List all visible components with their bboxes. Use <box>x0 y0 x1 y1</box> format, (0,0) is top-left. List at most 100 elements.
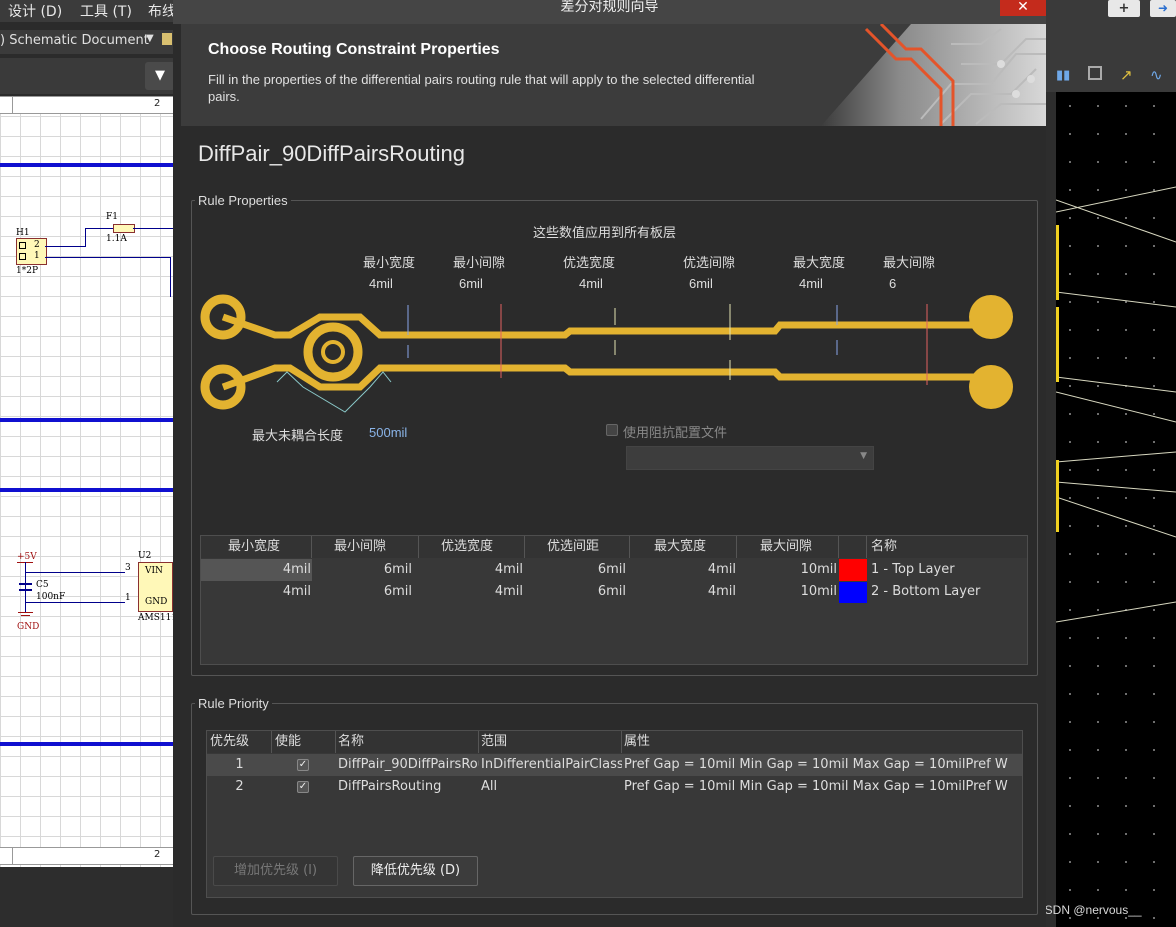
priority-row1-name: DiffPair_90DiffPairsRou <box>338 757 479 772</box>
min-width-label: 最小宽度 <box>363 256 416 271</box>
pcb-canvas[interactable] <box>1056 92 1176 927</box>
col-min-width[interactable]: 最小宽度 <box>201 536 312 558</box>
impedance-profile-select[interactable]: ▼ <box>626 446 874 470</box>
row2-min-gap[interactable]: 6mil <box>312 581 412 603</box>
rule-priority-label: Rule Priority <box>195 696 272 711</box>
u2-pin-number-3: 3 <box>125 563 131 573</box>
priority-row2-enabled-checkbox[interactable]: ✓ <box>297 781 309 793</box>
f1-ref: F1 <box>106 212 118 222</box>
h1-pin-1: 1 <box>34 251 40 261</box>
priority-row2-attributes: Pref Gap = 10mil Min Gap = 10mil Max Gap… <box>624 779 1008 794</box>
schematic-ruler-top: 2 <box>0 96 173 114</box>
rule-priority-table[interactable]: 优先级 使能 名称 范围 属性 1 ✓ DiffPair_90DiffPairs… <box>206 730 1023 898</box>
schematic-border-line <box>0 488 173 492</box>
ruler-label: 2 <box>154 849 161 860</box>
col-max-gap[interactable]: 最大间隙 <box>737 536 839 558</box>
chip-icon[interactable] <box>1088 66 1102 80</box>
col-scope[interactable]: 范围 <box>479 731 622 753</box>
min-gap-value[interactable]: 6mil <box>459 276 483 291</box>
priority-row1-priority: 1 <box>235 757 244 772</box>
row1-pref-gap[interactable]: 6mil <box>525 559 626 581</box>
impedance-profile-checkbox[interactable] <box>606 424 618 436</box>
row1-min-gap[interactable]: 6mil <box>312 559 412 581</box>
col-attributes[interactable]: 属性 <box>622 731 1022 753</box>
row2-max-width[interactable]: 4mil <box>630 581 736 603</box>
max-width-value[interactable]: 4mil <box>799 276 823 291</box>
row1-color-swatch[interactable] <box>839 559 867 581</box>
chart-icon[interactable]: ▮▮ <box>1056 68 1070 83</box>
schematic-canvas[interactable] <box>0 96 173 867</box>
row2-pref-width[interactable]: 4mil <box>419 581 523 603</box>
row2-max-gap[interactable]: 10mil <box>737 581 837 603</box>
row2-pref-gap[interactable]: 6mil <box>525 581 626 603</box>
pcb-routing <box>1056 186 1176 623</box>
pref-gap-label: 优选间隙 <box>683 256 736 271</box>
max-uncoupled-length-value[interactable]: 500mil <box>369 425 407 440</box>
pcb-toolbar: ▮▮ ↗ ∿ <box>1046 60 1176 92</box>
pref-gap-value[interactable]: 6mil <box>689 276 713 291</box>
ruler-label: 2 <box>154 98 161 109</box>
increase-priority-button[interactable]: 增加优先级 (I) <box>213 856 338 886</box>
dialog-title: 差分对规则向导 <box>560 0 659 15</box>
row1-layer-name[interactable]: 1 - Top Layer <box>871 559 1021 581</box>
status-area <box>0 868 180 927</box>
menu-design[interactable]: 设计 (D) <box>8 1 62 21</box>
chevron-down-icon: ▼ <box>860 451 867 461</box>
schematic-border-line <box>0 742 173 746</box>
decrease-priority-button[interactable]: 降低优先级 (D) <box>353 856 478 886</box>
diffpair-icon[interactable]: ∿ <box>1150 66 1163 84</box>
watermark: CSDN @nervous__ <box>1036 903 1142 917</box>
share-icon[interactable]: ➜ <box>1150 0 1176 17</box>
h1-ref: H1 <box>16 228 30 238</box>
u2-pin-gnd: GND <box>145 597 168 607</box>
all-layers-note: 这些数值应用到所有板层 <box>533 226 677 241</box>
menu-route[interactable]: 布线 <box>148 1 176 21</box>
row2-color-swatch[interactable] <box>839 582 867 603</box>
col-name[interactable]: 名称 <box>336 731 479 753</box>
diff-pair-illustration <box>200 294 1013 413</box>
col-color[interactable] <box>839 536 867 558</box>
max-gap-label: 最大间隙 <box>883 256 936 271</box>
header-title: Choose Routing Constraint Properties <box>208 41 500 58</box>
route-icon[interactable]: ↗ <box>1120 66 1133 84</box>
u2-ref: U2 <box>138 551 152 561</box>
priority-row1-enabled-checkbox[interactable]: ✓ <box>297 759 309 771</box>
add-icon[interactable]: + <box>1108 0 1140 17</box>
priority-row2-scope: All <box>481 779 498 794</box>
filter-icon[interactable]: ▼ <box>145 62 175 90</box>
rule-properties-label: Rule Properties <box>195 193 291 208</box>
row2-min-width[interactable]: 4mil <box>201 581 311 603</box>
pref-width-value[interactable]: 4mil <box>579 276 603 291</box>
row1-max-width[interactable]: 4mil <box>630 559 736 581</box>
menu-tools[interactable]: 工具 (T) <box>80 1 132 21</box>
col-max-width[interactable]: 最大宽度 <box>630 536 737 558</box>
layer-table[interactable]: 最小宽度 最小间隙 优选宽度 优选间距 最大宽度 最大间隙 名称 4mil 6m… <box>200 535 1028 665</box>
document-tab-label: ) Schematic Document <box>0 33 149 48</box>
priority-row1-scope: InDifferentialPairClass(' <box>481 757 622 772</box>
dialog-titlebar[interactable]: 差分对规则向导 <box>173 0 1046 24</box>
row1-min-width[interactable]: 4mil <box>201 559 311 581</box>
col-enabled[interactable]: 使能 <box>272 731 336 753</box>
min-width-value[interactable]: 4mil <box>369 276 393 291</box>
c5-value: 100nF <box>36 592 66 602</box>
priority-row2-priority: 2 <box>235 779 244 794</box>
col-priority[interactable]: 优先级 <box>207 731 272 753</box>
row1-max-gap[interactable]: 10mil <box>737 559 837 581</box>
pcb-toolbar-top: + ➜ <box>1046 0 1176 60</box>
rule-name: DiffPair_90DiffPairsRouting <box>198 141 465 166</box>
header-description: Fill in the properties of the differenti… <box>208 72 755 104</box>
chevron-down-icon[interactable]: ▼ <box>146 33 154 44</box>
max-gap-value[interactable]: 6 <box>889 276 896 291</box>
col-pref-gap[interactable]: 优选间距 <box>525 536 630 558</box>
row2-layer-name[interactable]: 2 - Bottom Layer <box>871 581 1021 603</box>
document-tab[interactable]: ) Schematic Document ▼ <box>0 30 180 54</box>
col-min-gap[interactable]: 最小间隙 <box>312 536 419 558</box>
close-button[interactable]: ✕ <box>1000 0 1046 16</box>
col-layer-name[interactable]: 名称 <box>867 536 1027 558</box>
f1-fuse[interactable] <box>113 224 135 233</box>
priority-row2-name: DiffPairsRouting <box>338 779 442 794</box>
max-uncoupled-length-label: 最大未耦合长度 <box>252 429 344 444</box>
row1-pref-width[interactable]: 4mil <box>419 559 523 581</box>
impedance-profile-label: 使用阻抗配置文件 <box>623 426 728 441</box>
col-pref-width[interactable]: 优选宽度 <box>419 536 525 558</box>
